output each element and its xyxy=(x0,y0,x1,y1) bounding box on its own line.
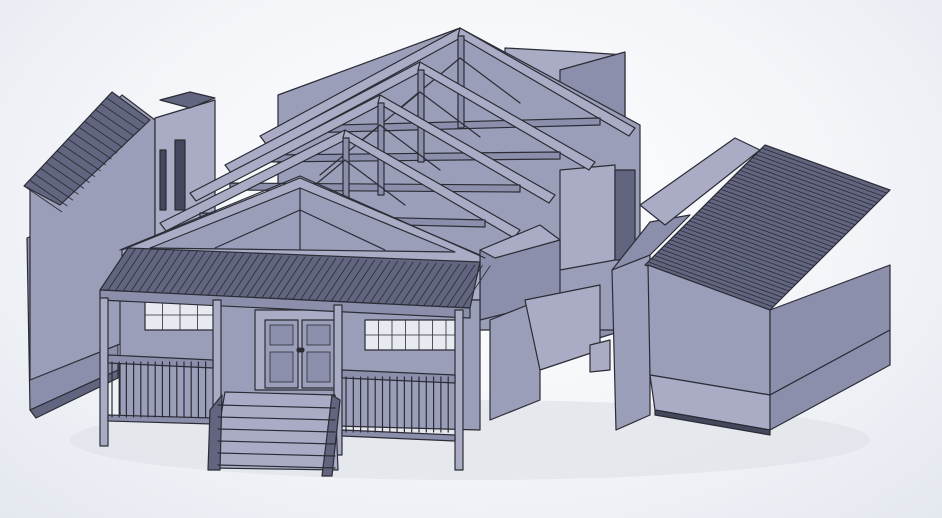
house-model-render xyxy=(23,27,891,480)
porch-steps[interactable] xyxy=(207,391,341,477)
front-double-doors[interactable] xyxy=(254,309,341,391)
cad-viewport[interactable] xyxy=(0,0,942,518)
